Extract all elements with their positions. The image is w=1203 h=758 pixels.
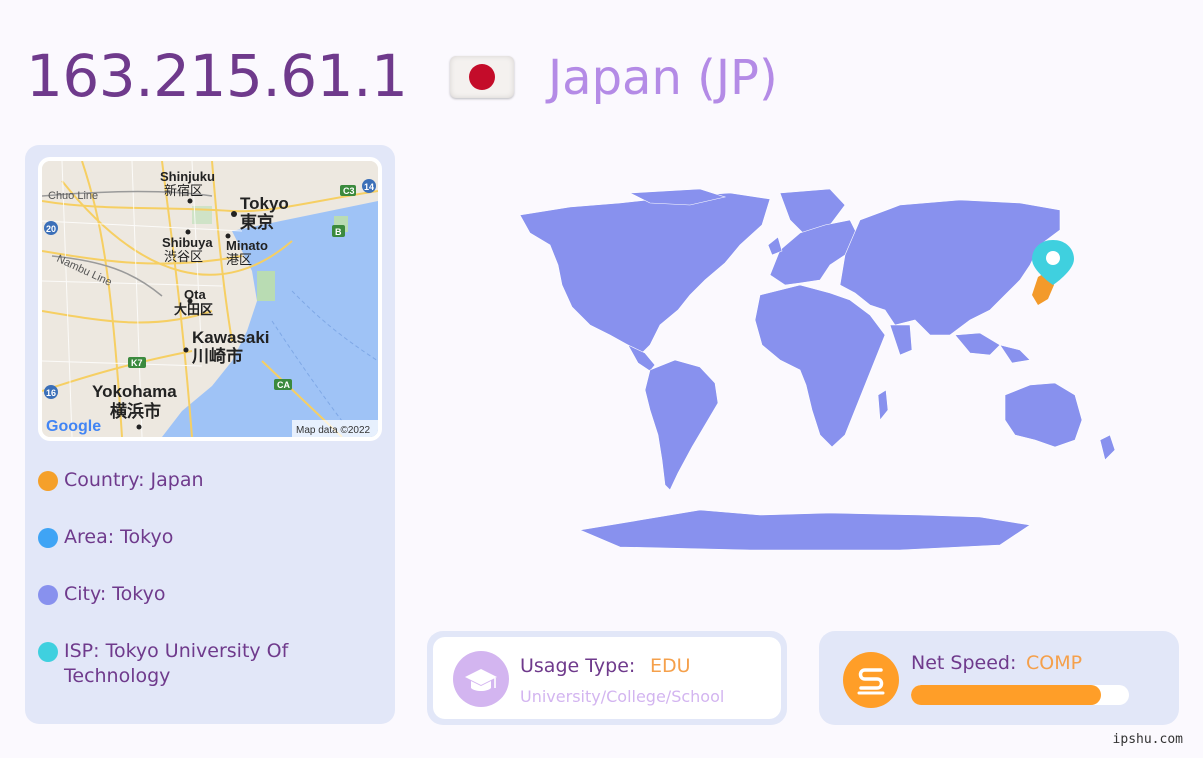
usage-type-description: University/College/School bbox=[520, 687, 725, 706]
road-sign-14: 14 bbox=[364, 182, 374, 192]
map-label-kawasaki: Kawasaki bbox=[192, 328, 270, 347]
map-label-shinjuku: Shinjuku bbox=[160, 169, 215, 184]
world-map bbox=[519, 188, 1116, 551]
speed-s-icon bbox=[843, 652, 899, 708]
usage-type-label: Usage Type: bbox=[520, 655, 636, 677]
map-label-kawasaki-jp: 川崎市 bbox=[191, 346, 243, 366]
country-title: Japan (JP) bbox=[548, 50, 778, 106]
map-label-minato-jp: 港区 bbox=[226, 252, 252, 267]
road-sign-20: 20 bbox=[46, 224, 56, 234]
map-label-shibuya: Shibuya bbox=[162, 235, 213, 250]
site-brand: ipshu.com bbox=[1112, 732, 1183, 747]
map-label-shibuya-jp: 渋谷区 bbox=[164, 249, 203, 264]
city-dot-icon bbox=[38, 585, 58, 605]
map-label-tokyo-jp: 東京 bbox=[240, 212, 274, 232]
location-map[interactable]: Shinjuku 新宿区 Chuo Line Tokyo 東京 Shibuya … bbox=[38, 157, 382, 441]
usage-type-value: EDU bbox=[650, 655, 691, 677]
map-label-shinjuku-jp: 新宿区 bbox=[164, 183, 203, 198]
graduation-cap-icon bbox=[453, 651, 509, 707]
country-dot-icon bbox=[38, 471, 58, 491]
net-speed-value: COMP bbox=[1026, 652, 1083, 674]
map-label-yokohama: Yokohama bbox=[92, 382, 177, 401]
map-label-chuo-line: Chuo Line bbox=[48, 190, 98, 202]
road-sign-b: B bbox=[335, 227, 342, 237]
map-label-ota: Ota bbox=[184, 287, 206, 302]
japan-flag-icon bbox=[450, 56, 514, 98]
isp-dot-icon bbox=[38, 642, 58, 662]
area-dot-icon bbox=[38, 528, 58, 548]
google-logo: Google bbox=[46, 418, 101, 435]
road-sign-c3: C3 bbox=[343, 186, 355, 196]
usage-type-card: Usage Type: EDU University/College/Schoo… bbox=[427, 631, 787, 725]
road-sign-ca: CA bbox=[277, 380, 290, 390]
net-speed-card: Net Speed: COMP bbox=[819, 631, 1179, 725]
map-image: Shinjuku 新宿区 Chuo Line Tokyo 東京 Shibuya … bbox=[42, 161, 378, 437]
map-label-yokohama-jp: 横浜市 bbox=[110, 401, 161, 421]
map-attribution: Map data ©2022 bbox=[296, 425, 371, 436]
map-label-tokyo: Tokyo bbox=[240, 194, 289, 213]
net-speed-bar bbox=[911, 685, 1129, 705]
ip-address: 163.215.61.1 bbox=[26, 42, 408, 110]
net-speed-bar-fill bbox=[911, 685, 1101, 705]
road-sign-16: 16 bbox=[46, 388, 56, 398]
net-speed-label: Net Speed: bbox=[911, 652, 1017, 674]
map-label-minato: Minato bbox=[226, 238, 268, 253]
road-sign-k7: K7 bbox=[131, 358, 143, 368]
map-label-ota-jp: 大田区 bbox=[174, 302, 213, 317]
